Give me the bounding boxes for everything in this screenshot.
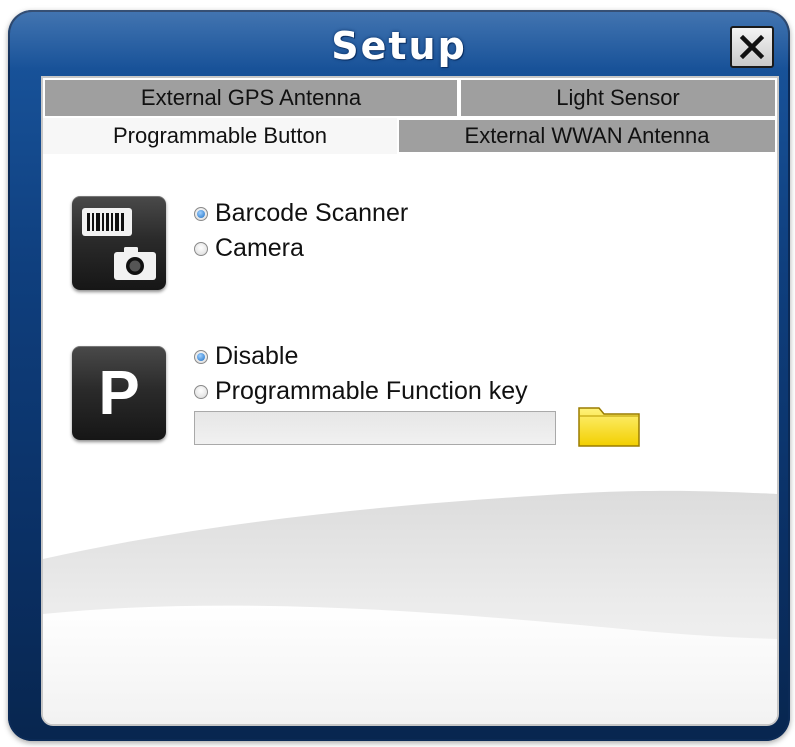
tab-label: Light Sensor	[556, 85, 680, 110]
radio-button[interactable]	[194, 349, 208, 364]
close-icon	[739, 34, 765, 60]
radio-camera[interactable]: Camera	[194, 234, 304, 263]
radio-barcode-scanner[interactable]: Barcode Scanner	[194, 199, 408, 228]
wave-background	[43, 490, 777, 724]
tab-label: Programmable Button	[113, 123, 327, 148]
tab-programmable-button[interactable]: Programmable Button	[43, 118, 397, 154]
p-key-icon: P	[72, 346, 166, 440]
radio-label: Programmable Function key	[215, 377, 528, 405]
radio-button[interactable]	[194, 384, 208, 399]
folder-icon[interactable]	[577, 400, 641, 448]
close-button[interactable]	[730, 26, 774, 68]
radio-button[interactable]	[194, 241, 208, 256]
barcode-camera-icon	[72, 196, 166, 290]
setup-window: Setup External GPS Antenna Light Sensor …	[8, 10, 790, 741]
tab-external-gps-antenna[interactable]: External GPS Antenna	[43, 78, 459, 118]
radio-programmable-function-key[interactable]: Programmable Function key	[194, 377, 528, 406]
radio-label: Camera	[215, 234, 304, 262]
tab-label: External WWAN Antenna	[464, 123, 710, 148]
tab-light-sensor[interactable]: Light Sensor	[459, 78, 777, 118]
function-key-input[interactable]	[194, 411, 556, 445]
p-key-letter: P	[98, 359, 140, 428]
window-title: Setup	[331, 24, 467, 68]
content-panel: External GPS Antenna Light Sensor Progra…	[41, 76, 779, 726]
tab-external-wwan-antenna[interactable]: External WWAN Antenna	[397, 118, 777, 154]
radio-disable[interactable]: Disable	[194, 342, 298, 371]
radio-button[interactable]	[194, 206, 208, 221]
radio-label: Barcode Scanner	[215, 199, 409, 227]
radio-label: Disable	[215, 342, 299, 370]
tab-label: External GPS Antenna	[140, 85, 362, 110]
